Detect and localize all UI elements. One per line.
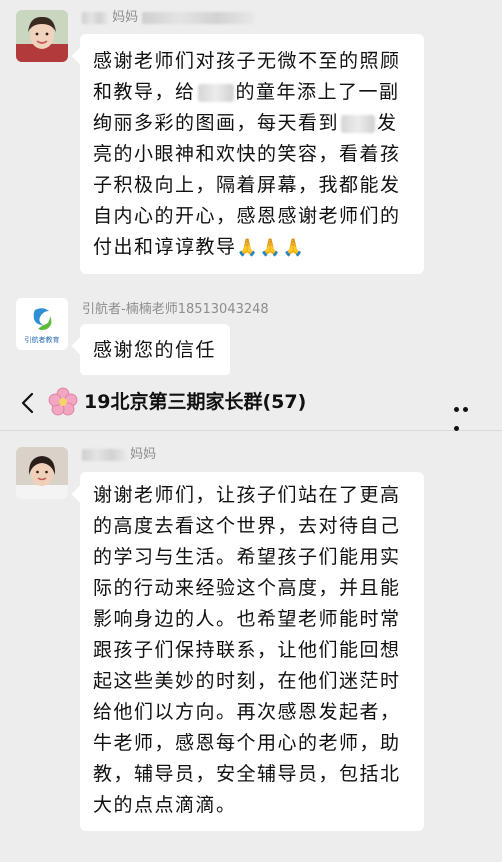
group-title[interactable]: 19北京第三期家长群(57)	[84, 389, 306, 415]
chat-bottom-section: 妈妈 谢谢老师们，让孩子们站在了更高的高度去看这个世界，去对待自己的学习与生活。…	[0, 431, 502, 862]
message-bubble[interactable]: 谢谢老师们，让孩子们站在了更高的高度去看这个世界，去对待自己的学习与生活。希望孩…	[80, 472, 424, 831]
sender-suffix: 妈妈	[130, 447, 157, 462]
redacted-name	[82, 448, 126, 461]
message-parent-2: 妈妈 谢谢老师们，让孩子们站在了更高的高度去看这个世界，去对待自己的学习与生活。…	[0, 431, 502, 862]
redacted-name	[142, 11, 255, 24]
sender-name: 引航者-楠楠老师18513043248	[82, 302, 269, 317]
chat-title-bar: 19北京第三期家长群(57)	[0, 375, 502, 431]
message-teacher: 引航者教育 引航者-楠楠老师18513043248 感谢您的信任	[0, 292, 502, 376]
logo-text: 引航者教育	[25, 335, 60, 344]
teacher-avatar[interactable]: 引航者教育	[16, 298, 68, 350]
chat-top-section: 妈妈 感谢老师们对孩子无微不至的照顾和教导，给 的童年添上了一副绚丽多彩的图画，每…	[0, 0, 502, 376]
sender-suffix: 妈妈	[112, 10, 139, 25]
sender-name: 妈妈	[82, 447, 156, 463]
redacted-name	[82, 11, 108, 24]
redacted-name	[197, 83, 234, 102]
sender-name: 妈妈	[82, 10, 255, 26]
avatar[interactable]	[16, 447, 68, 499]
pray-emoji: 🙏🙏🙏	[236, 238, 307, 258]
message-bubble[interactable]: 感谢您的信任	[80, 324, 230, 376]
back-arrow-icon[interactable]	[16, 388, 42, 418]
more-options-icon[interactable]	[454, 397, 480, 431]
message-text: 感谢您的信任	[93, 339, 217, 361]
flower-icon	[48, 387, 78, 417]
message-bubble[interactable]: 感谢老师们对孩子无微不至的照顾和教导，给 的童年添上了一副绚丽多彩的图画，每天看到…	[80, 34, 424, 274]
redacted-name	[341, 114, 376, 133]
message-parent-1: 妈妈 感谢老师们对孩子无微不至的照顾和教导，给 的童年添上了一副绚丽多彩的图画，每…	[0, 0, 502, 292]
message-text: 谢谢老师们，让孩子们站在了更高的高度去看这个世界，去对待自己的学习与生活。希望孩…	[93, 484, 401, 816]
avatar[interactable]	[16, 10, 68, 62]
